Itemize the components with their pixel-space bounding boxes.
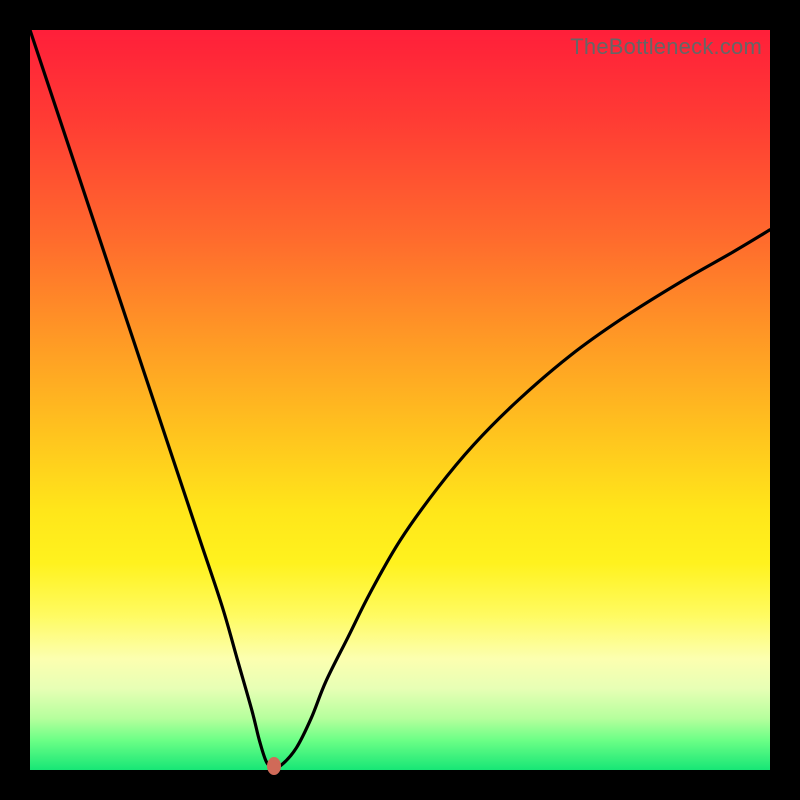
- chart-frame: TheBottleneck.com: [0, 0, 800, 800]
- plot-area: TheBottleneck.com: [30, 30, 770, 770]
- min-marker: [267, 757, 281, 775]
- curve-svg: [30, 30, 770, 770]
- bottleneck-curve: [30, 30, 770, 767]
